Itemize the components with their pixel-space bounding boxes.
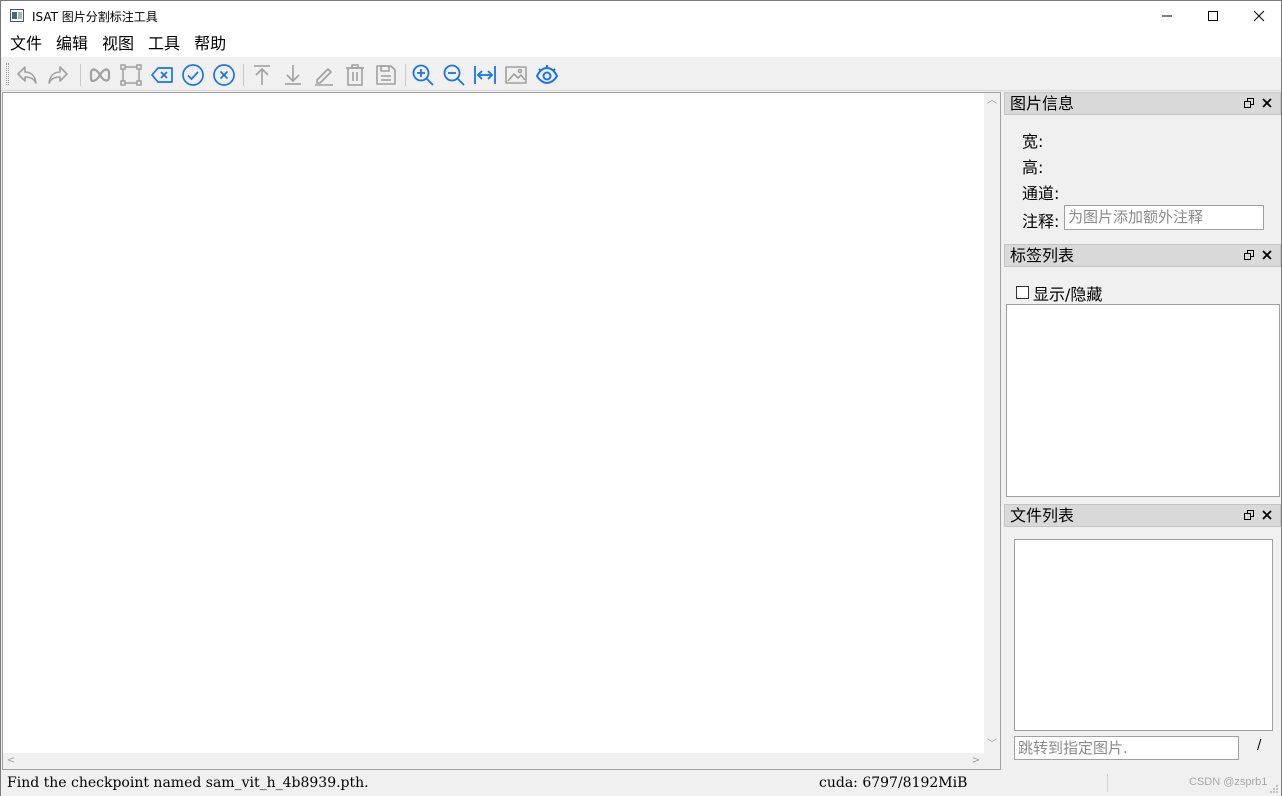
note-input[interactable]: 为图片添加额外注释 bbox=[1064, 205, 1264, 230]
visible-button[interactable] bbox=[533, 61, 561, 89]
cuda-memory: cuda: 6797/8192MiB bbox=[819, 775, 968, 791]
close-icon[interactable] bbox=[1262, 510, 1272, 520]
width-label: 宽: bbox=[1022, 132, 1044, 151]
backspace-icon bbox=[151, 67, 173, 83]
close-icon[interactable] bbox=[1262, 250, 1272, 260]
scroll-right-icon[interactable]: > bbox=[968, 753, 984, 769]
menu-tools[interactable]: 工具 bbox=[141, 32, 187, 56]
toolbar-separator bbox=[405, 64, 406, 86]
toolbar-separator bbox=[243, 64, 244, 86]
menu-help[interactable]: 帮助 bbox=[187, 32, 233, 56]
close-icon[interactable] bbox=[1262, 98, 1272, 108]
show-hide-checkbox[interactable] bbox=[1016, 286, 1029, 299]
edit-icon bbox=[315, 68, 333, 86]
float-icon[interactable] bbox=[1244, 98, 1254, 108]
dock-title: 标签列表 bbox=[1010, 246, 1075, 265]
zoom-out-button[interactable] bbox=[440, 61, 468, 89]
status-bar: Find the checkpoint named sam_vit_h_4b89… bbox=[1, 771, 1281, 796]
image-info-title-bar[interactable]: 图片信息 bbox=[1004, 92, 1281, 115]
file-list-title-bar[interactable]: 文件列表 bbox=[1004, 504, 1281, 527]
segment-anything-button[interactable] bbox=[86, 61, 114, 89]
scroll-left-icon[interactable]: < bbox=[3, 753, 19, 769]
cancel-annotation-icon bbox=[213, 64, 235, 86]
zoom-in-button[interactable] bbox=[409, 61, 437, 89]
background-image-icon bbox=[505, 66, 527, 84]
zoom-in-icon bbox=[412, 64, 434, 86]
page-separator: / bbox=[1257, 738, 1262, 753]
to-bottom-icon bbox=[285, 65, 301, 85]
label-list-dock: 标签列表 显示/隐藏 bbox=[1004, 244, 1281, 498]
delete-button[interactable] bbox=[341, 61, 369, 89]
title-bar[interactable]: ISAT 图片分割标注工具 bbox=[1, 1, 1281, 31]
finish-annotation-button[interactable] bbox=[179, 61, 207, 89]
resize-grip-icon[interactable] bbox=[1269, 784, 1279, 794]
file-list[interactable] bbox=[1014, 539, 1273, 731]
scroll-corner bbox=[984, 753, 1000, 769]
dock-title: 图片信息 bbox=[1010, 94, 1075, 113]
scroll-up-icon[interactable]: ︿ bbox=[984, 93, 1000, 109]
label-list[interactable] bbox=[1006, 304, 1280, 497]
visible-icon bbox=[535, 65, 559, 85]
channels-label: 通道: bbox=[1022, 184, 1060, 203]
to-bottom-button[interactable] bbox=[279, 61, 307, 89]
jump-to-image-input[interactable]: 跳转到指定图片. bbox=[1014, 736, 1239, 760]
app-icon bbox=[10, 9, 24, 22]
redo-icon bbox=[48, 66, 68, 84]
minimize-button[interactable] bbox=[1144, 1, 1190, 31]
fit-window-button[interactable] bbox=[471, 61, 499, 89]
redo-button[interactable] bbox=[44, 61, 72, 89]
menu-view[interactable]: 视图 bbox=[95, 32, 141, 56]
toolbar-separator bbox=[80, 64, 81, 86]
close-button[interactable] bbox=[1236, 1, 1282, 31]
undo-icon bbox=[17, 66, 37, 84]
file-list-dock: 文件列表 跳转到指定图片. / bbox=[1004, 504, 1281, 769]
cancel-annotation-button[interactable] bbox=[210, 61, 238, 89]
save-icon bbox=[376, 65, 396, 85]
fit-window-icon bbox=[474, 66, 496, 84]
label-list-title-bar[interactable]: 标签列表 bbox=[1004, 244, 1281, 267]
float-icon[interactable] bbox=[1244, 510, 1254, 520]
menu-bar: 文件 编辑 视图 工具 帮助 bbox=[1, 31, 1281, 57]
finish-annotation-icon bbox=[182, 64, 204, 86]
minimize-icon bbox=[1162, 15, 1172, 17]
zoom-out-icon bbox=[443, 64, 465, 86]
menu-edit[interactable]: 编辑 bbox=[49, 32, 95, 56]
status-separator bbox=[1107, 774, 1108, 792]
main-window: ISAT 图片分割标注工具 文件 编辑 视图 工具 帮助 ︿ ﹀ < > 图片信… bbox=[0, 0, 1282, 796]
image-info-dock: 图片信息 宽: 高: 通道: 注释: 为图片添加额外注释 bbox=[1004, 92, 1281, 236]
undo-button[interactable] bbox=[13, 61, 41, 89]
backspace-button[interactable] bbox=[148, 61, 176, 89]
scroll-down-icon[interactable]: ﹀ bbox=[984, 737, 1000, 753]
close-icon bbox=[1253, 10, 1265, 22]
to-top-icon bbox=[254, 65, 270, 85]
polygon-icon bbox=[120, 64, 142, 86]
toolbar-grip[interactable] bbox=[6, 63, 9, 85]
dock-title: 文件列表 bbox=[1010, 506, 1075, 525]
watermark: CSDN @zsprb1 bbox=[1189, 776, 1268, 788]
maximize-icon bbox=[1208, 11, 1218, 21]
menu-file[interactable]: 文件 bbox=[3, 32, 49, 56]
float-icon[interactable] bbox=[1244, 250, 1254, 260]
maximize-button[interactable] bbox=[1190, 1, 1236, 31]
background-image-button[interactable] bbox=[502, 61, 530, 89]
horizontal-scrollbar[interactable]: < > bbox=[3, 753, 984, 769]
status-message: Find the checkpoint named sam_vit_h_4b89… bbox=[7, 775, 369, 791]
segment-anything-icon bbox=[89, 68, 111, 82]
height-label: 高: bbox=[1022, 158, 1044, 177]
save-button[interactable] bbox=[372, 61, 400, 89]
delete-icon bbox=[346, 64, 364, 86]
window-title: ISAT 图片分割标注工具 bbox=[32, 10, 158, 24]
edit-button[interactable] bbox=[310, 61, 338, 89]
vertical-scrollbar[interactable]: ︿ ﹀ bbox=[984, 93, 1000, 753]
note-label: 注释: bbox=[1022, 212, 1060, 231]
toolbar bbox=[1, 58, 1281, 91]
polygon-button[interactable] bbox=[117, 61, 145, 89]
to-top-button[interactable] bbox=[248, 61, 276, 89]
annotation-canvas[interactable]: ︿ ﹀ < > bbox=[2, 92, 1001, 770]
show-hide-label[interactable]: 显示/隐藏 bbox=[1033, 281, 1102, 305]
